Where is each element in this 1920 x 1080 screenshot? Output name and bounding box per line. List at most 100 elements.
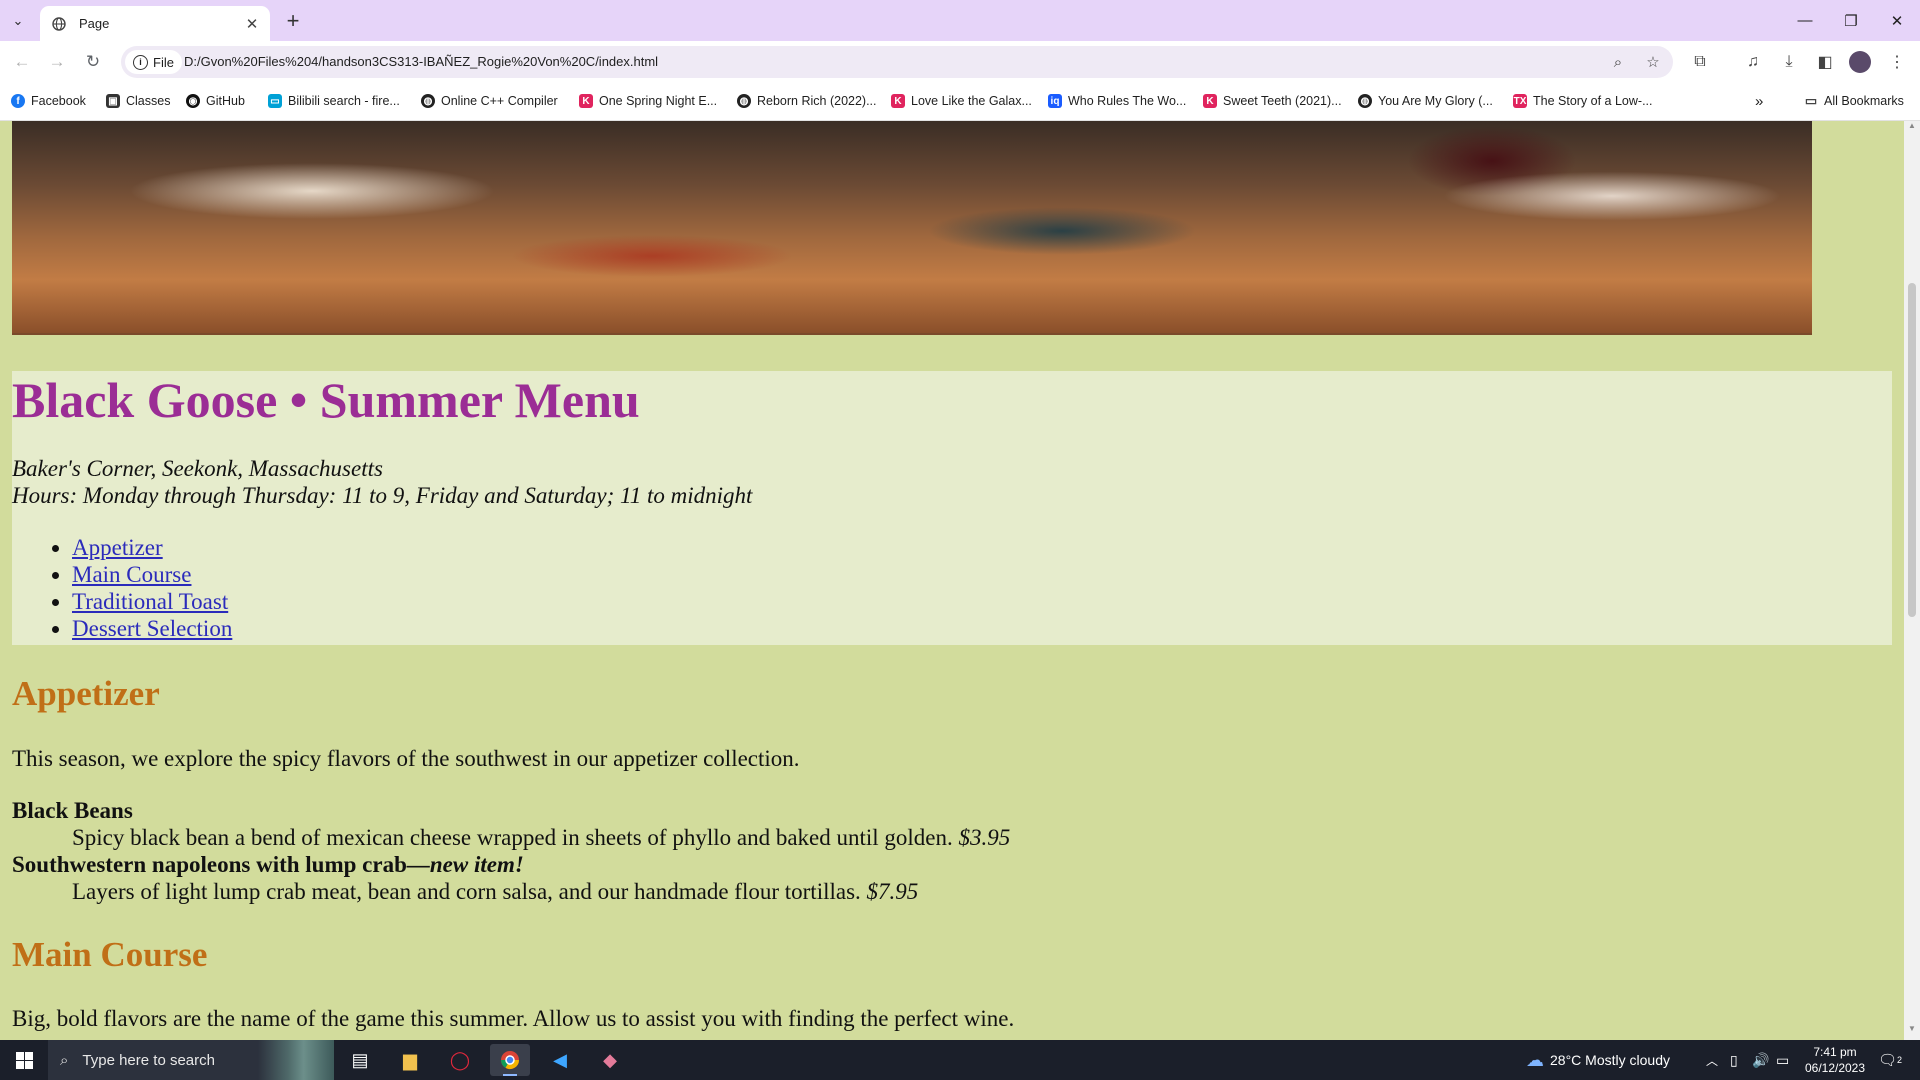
globe-icon: ◍	[1358, 94, 1372, 108]
network-icon[interactable]: ▭	[1776, 1040, 1789, 1080]
tab-active[interactable]: Page ✕	[40, 6, 270, 41]
bookmark-label: Love Like the Galax...	[911, 94, 1032, 108]
file-explorer-icon[interactable]: ▆	[390, 1044, 430, 1076]
folder-icon: ▭	[1804, 93, 1818, 108]
menu-item-name: Black Beans	[12, 798, 133, 823]
bookmark-item[interactable]: K Sweet Teeth (2021)...	[1203, 91, 1342, 111]
bookmark-item[interactable]: iq Who Rules The Wo...	[1048, 91, 1186, 111]
notifications-icon[interactable]: 🗨 2	[1876, 1048, 1904, 1072]
globe-icon: ◍	[737, 94, 751, 108]
search-icon: ⌕	[60, 1051, 69, 1069]
info-icon: i	[133, 54, 148, 70]
battery-icon[interactable]: ▯	[1730, 1040, 1738, 1080]
close-window-button[interactable]: ✕	[1874, 0, 1920, 41]
zoom-icon[interactable]: ⌕	[1608, 52, 1628, 72]
bookmark-item[interactable]: ▭ Bilibili search - fire...	[268, 91, 400, 111]
bookmark-item[interactable]: K Love Like the Galax...	[891, 91, 1032, 111]
nav-item: Appetizer	[72, 534, 232, 561]
taskbar: ⌕ Type here to search ▤ ▆ ◯ ◀ ◆ ☁ 28°C M…	[0, 1040, 1920, 1080]
menu-icon[interactable]: ⋮	[1884, 49, 1910, 75]
bookmark-label: Bilibili search - fire...	[288, 94, 400, 108]
reload-button[interactable]: ↻	[80, 49, 106, 75]
scroll-up-icon[interactable]: ▲	[1904, 121, 1920, 135]
media-controls-icon[interactable]: ♫	[1740, 49, 1766, 75]
cloud-icon: ☁	[1526, 1049, 1544, 1070]
page-header: Black Goose • Summer Menu Baker's Corner…	[12, 371, 1892, 645]
nav-link-main-course[interactable]: Main Course	[72, 562, 191, 587]
restore-button[interactable]: ❐	[1828, 0, 1874, 41]
url-text[interactable]: D:/Gvon%20Files%204/handson3CS313-IBAÑEZ…	[184, 54, 658, 69]
bookmark-label: You Are My Glory (...	[1378, 94, 1493, 108]
new-tab-button[interactable]: +	[280, 8, 306, 34]
tab-strip: ⌄ Page ✕ + — ❐ ✕	[0, 0, 1920, 41]
downloads-icon[interactable]: ⤓	[1776, 49, 1802, 75]
bookmark-star-icon[interactable]: ☆	[1643, 52, 1663, 72]
nav-item: Dessert Selection	[72, 615, 232, 642]
nav-link-traditional-toast[interactable]: Traditional Toast	[72, 589, 228, 614]
appetizer-list: Black Beans Spicy black bean a bend of m…	[12, 797, 1010, 905]
bookmark-item[interactable]: TX The Story of a Low-...	[1513, 91, 1653, 111]
bookmark-label: Classes	[126, 94, 171, 108]
scroll-down-icon[interactable]: ▼	[1904, 1024, 1920, 1038]
tab-search-icon[interactable]: ⌄	[6, 9, 30, 33]
clock[interactable]: 7:41 pm 06/12/2023	[1800, 1044, 1870, 1076]
nav-link-dessert-selection[interactable]: Dessert Selection	[72, 616, 232, 641]
address-block: Baker's Corner, Seekonk, Massachusetts H…	[12, 455, 752, 509]
bookmarks-bar: f Facebook ▣ Classes ◉ GitHub ▭ Bilibili sea…	[0, 82, 1920, 121]
volume-icon[interactable]: 🔊	[1752, 1040, 1769, 1080]
more-bookmarks-icon[interactable]: »	[1755, 91, 1763, 111]
nav-link-appetizer[interactable]: Appetizer	[72, 535, 163, 560]
start-button[interactable]	[0, 1040, 48, 1080]
close-tab-icon[interactable]: ✕	[242, 14, 262, 34]
bookmark-label: Reborn Rich (2022)...	[757, 94, 877, 108]
bookmark-item[interactable]: ◍ You Are My Glory (...	[1358, 91, 1493, 111]
github-icon: ◉	[186, 94, 200, 108]
profile-avatar[interactable]	[1849, 51, 1871, 73]
bilibili-icon: ▭	[268, 94, 282, 108]
scrollbar-thumb[interactable]	[1908, 283, 1916, 617]
show-hidden-icons[interactable]: ︿	[1706, 1040, 1718, 1080]
address-bar[interactable]: i File D:/Gvon%20Files%204/handson3CS313…	[121, 46, 1673, 78]
opera-icon[interactable]: ◯	[440, 1044, 480, 1076]
weather-widget[interactable]: ☁ 28°C Mostly cloudy	[1526, 1040, 1670, 1080]
forward-button[interactable]: →	[44, 49, 70, 75]
app-icon[interactable]: ◆	[590, 1044, 630, 1076]
bookmark-item[interactable]: ▣ Classes	[106, 91, 170, 111]
bookmark-item[interactable]: f Facebook	[11, 91, 86, 111]
classes-icon: ▣	[106, 94, 120, 108]
bookmark-item[interactable]: ◉ GitHub	[186, 91, 245, 111]
minimize-button[interactable]: —	[1782, 0, 1828, 41]
task-view-icon[interactable]: ▤	[340, 1044, 380, 1076]
browser-toolbar: ← → ↻ i File D:/Gvon%20Files%204/handson…	[0, 41, 1920, 82]
bookmark-item[interactable]: K One Spring Night E...	[579, 91, 717, 111]
tx-icon: TX	[1513, 94, 1527, 108]
tab-title: Page	[79, 16, 110, 31]
bookmark-label: Facebook	[31, 94, 86, 108]
globe-icon	[51, 16, 67, 32]
page-viewport: Black Goose • Summer Menu Baker's Corner…	[0, 121, 1904, 1040]
chrome-icon[interactable]	[490, 1044, 530, 1076]
menu-item-description: Spicy black bean a bend of mexican chees…	[72, 825, 1011, 850]
search-placeholder: Type here to search	[82, 1051, 215, 1069]
nav-item: Main Course	[72, 561, 232, 588]
page-title: Black Goose • Summer Menu	[12, 372, 640, 428]
main-course-intro: Big, bold flavors are the name of the ga…	[12, 1006, 1015, 1031]
address-line: Baker's Corner, Seekonk, Massachusetts	[12, 456, 383, 481]
menu-nav: Appetizer Main Course Traditional Toast …	[12, 534, 232, 642]
menu-item-price: $7.95	[866, 879, 919, 904]
extensions-icon[interactable]: ⧉	[1687, 49, 1713, 75]
site-info-chip[interactable]: i File	[125, 50, 182, 74]
vscode-icon[interactable]: ◀	[540, 1044, 580, 1076]
bookmark-item[interactable]: ◍ Online C++ Compiler	[421, 91, 558, 111]
menu-item-description: Layers of light lump crab meat, bean and…	[72, 879, 919, 904]
back-button[interactable]: ←	[9, 49, 35, 75]
bookmark-label: Online C++ Compiler	[441, 94, 558, 108]
facebook-icon: f	[11, 94, 25, 108]
bookmark-item[interactable]: ◍ Reborn Rich (2022)...	[737, 91, 877, 111]
bookmark-label: The Story of a Low-...	[1533, 94, 1653, 108]
appetizer-intro: This season, we explore the spicy flavor…	[12, 746, 800, 771]
all-bookmarks-button[interactable]: ▭ All Bookmarks	[1804, 91, 1904, 111]
weather-text: 28°C Mostly cloudy	[1550, 1052, 1670, 1068]
side-panel-icon[interactable]: ◧	[1812, 49, 1838, 75]
taskbar-search[interactable]: ⌕ Type here to search	[48, 1040, 334, 1080]
